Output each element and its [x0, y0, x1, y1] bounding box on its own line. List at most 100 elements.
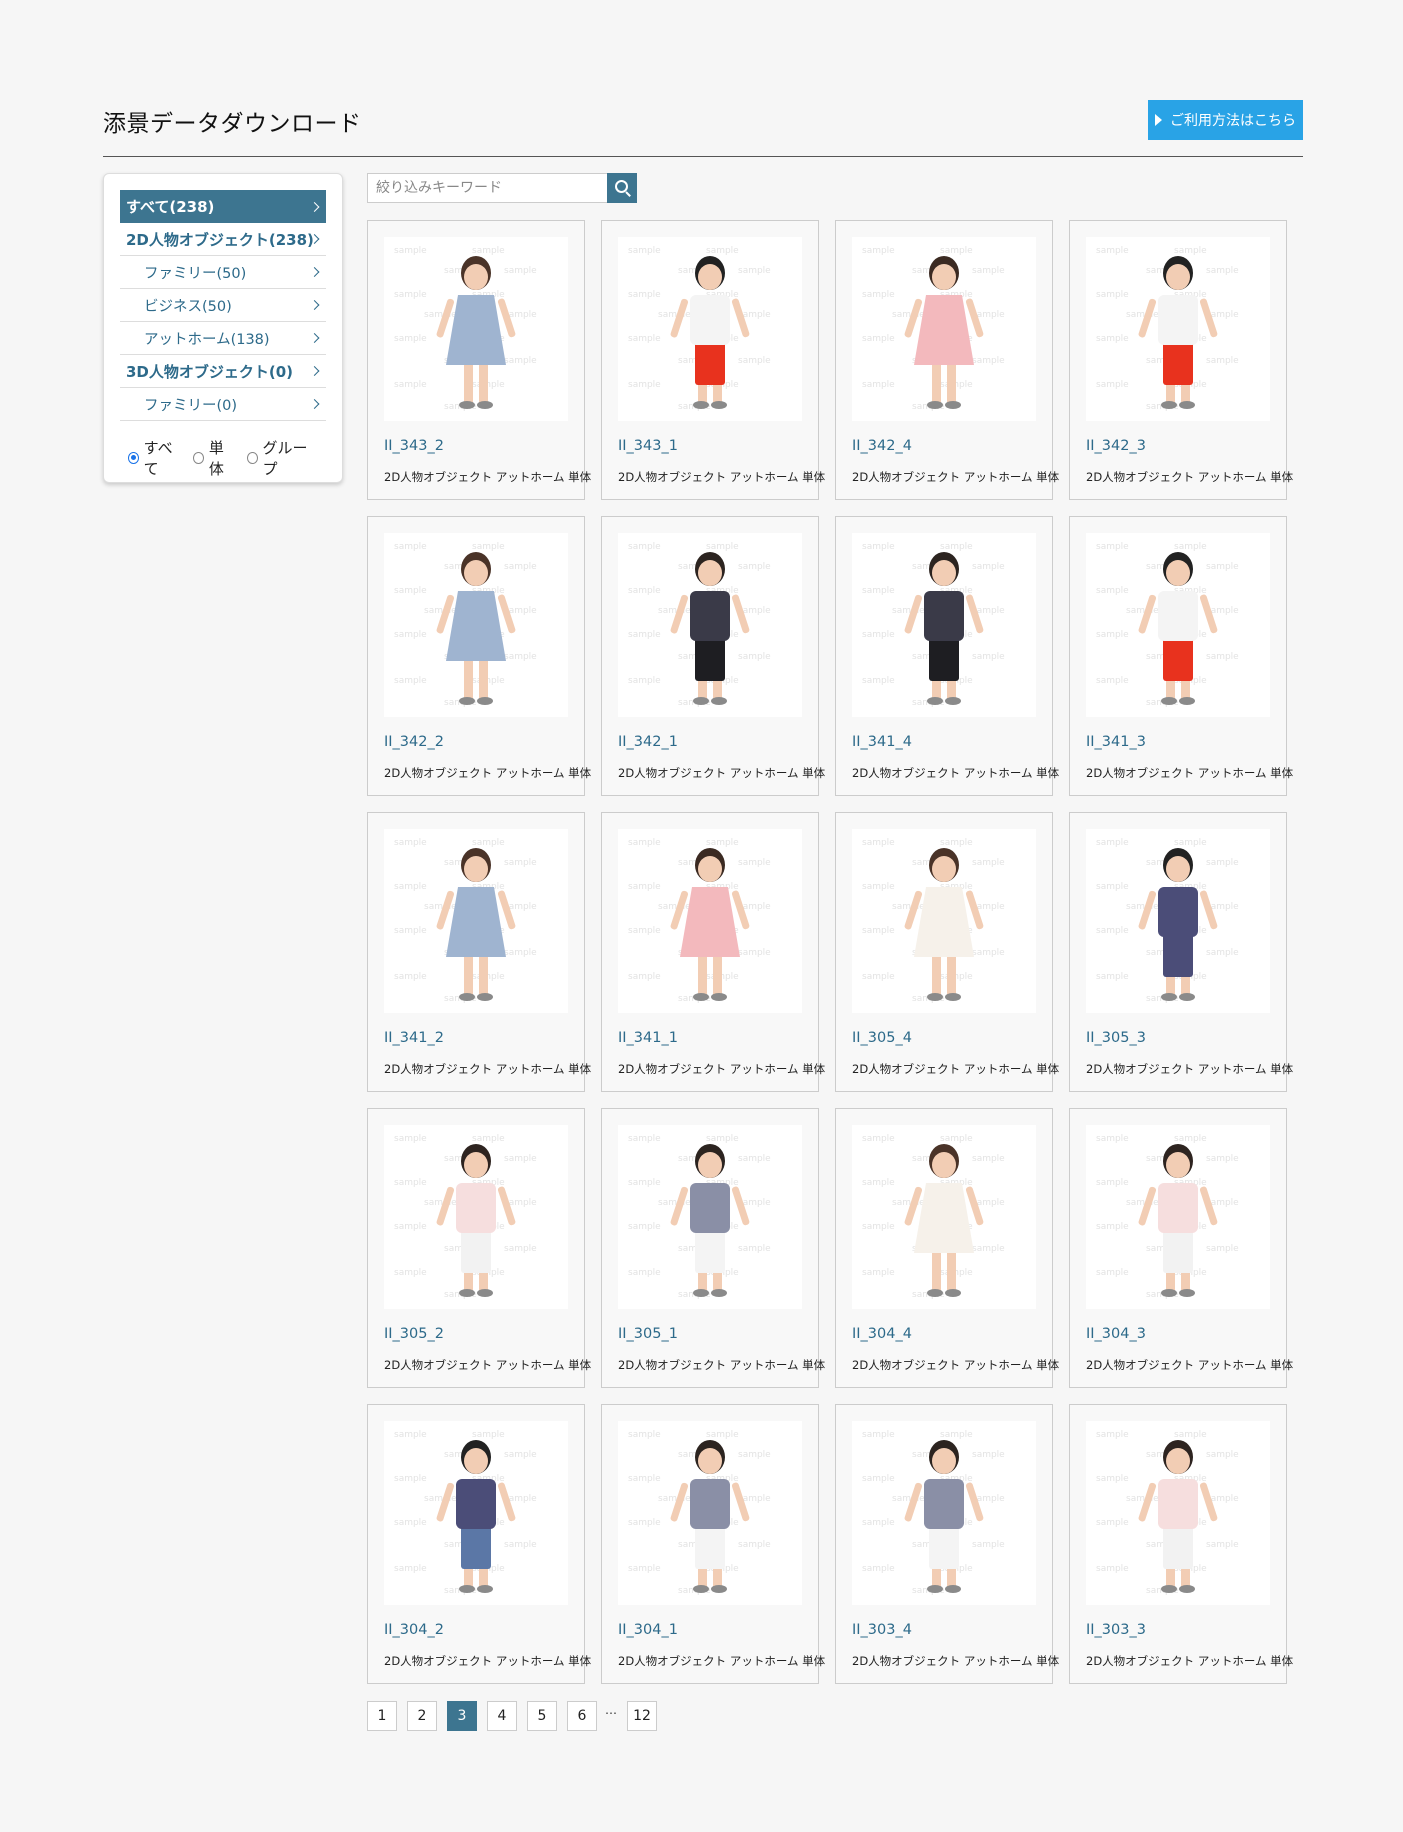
- object-card[interactable]: sample sample sample sample sample sample samp…: [601, 1108, 825, 1388]
- svg-text:sample: sample: [504, 1450, 537, 1460]
- object-card[interactable]: sample sample sample sample sample sample samp…: [367, 220, 591, 500]
- object-card[interactable]: sample sample sample sample sample sample samp…: [367, 1404, 591, 1684]
- object-title[interactable]: II_342_3: [1086, 438, 1146, 454]
- person-figure-image: sample sample sample sample sample sample samp…: [394, 1134, 537, 1300]
- object-title[interactable]: II_341_4: [852, 734, 912, 750]
- object-title[interactable]: II_342_1: [618, 734, 678, 750]
- object-card[interactable]: sample sample sample sample sample sample samp…: [1069, 1108, 1293, 1388]
- category-item[interactable]: 3D人物オブジェクト(0): [120, 355, 326, 388]
- thumbnail[interactable]: sample sample sample sample sample sample samp…: [384, 1421, 568, 1605]
- thumbnail[interactable]: sample sample sample sample sample sample samp…: [384, 829, 568, 1013]
- page-button-last[interactable]: 12: [627, 1701, 657, 1731]
- object-title[interactable]: II_342_2: [384, 734, 444, 750]
- svg-text:sample: sample: [504, 948, 537, 958]
- object-card[interactable]: sample sample sample sample sample sample samp…: [1069, 220, 1293, 500]
- person-figure-image: sample sample sample sample sample sample samp…: [1096, 1430, 1239, 1596]
- thumbnail[interactable]: sample sample sample sample sample sample samp…: [852, 237, 1036, 421]
- person-figure-image: sample sample sample sample sample sample samp…: [628, 838, 771, 1004]
- thumbnail[interactable]: sample sample sample sample sample sample samp…: [852, 1421, 1036, 1605]
- object-card[interactable]: sample sample sample sample sample sample samp…: [601, 220, 825, 500]
- thumbnail[interactable]: sample sample sample sample sample sample samp…: [618, 237, 802, 421]
- object-title[interactable]: II_304_4: [852, 1326, 912, 1342]
- object-card[interactable]: sample sample sample sample sample sample samp…: [601, 812, 825, 1092]
- page-button[interactable]: 6: [567, 1701, 597, 1731]
- category-item[interactable]: すべて(238): [120, 190, 326, 223]
- thumbnail[interactable]: sample sample sample sample sample sample samp…: [384, 237, 568, 421]
- filter-radio[interactable]: グループ: [246, 437, 314, 479]
- object-card[interactable]: sample sample sample sample sample sample samp…: [835, 1404, 1059, 1684]
- object-title[interactable]: II_303_4: [852, 1622, 912, 1638]
- svg-text:sample: sample: [628, 1430, 661, 1440]
- object-title[interactable]: II_305_2: [384, 1326, 444, 1342]
- page-button[interactable]: 2: [407, 1701, 437, 1731]
- svg-text:sample: sample: [862, 1178, 895, 1188]
- object-card[interactable]: sample sample sample sample sample sample samp…: [367, 516, 591, 796]
- thumbnail[interactable]: sample sample sample sample sample sample samp…: [618, 533, 802, 717]
- object-card[interactable]: sample sample sample sample sample sample samp…: [1069, 516, 1293, 796]
- object-card[interactable]: sample sample sample sample sample sample samp…: [1069, 812, 1293, 1092]
- object-title[interactable]: II_343_1: [618, 438, 678, 454]
- filter-radio[interactable]: 単体: [193, 437, 235, 479]
- object-card[interactable]: sample sample sample sample sample sample samp…: [367, 1108, 591, 1388]
- object-tags: 2D人物オブジェクト アットホーム 単体: [852, 1654, 1060, 1668]
- category-item[interactable]: ファミリー(50): [120, 256, 326, 289]
- svg-text:sample: sample: [940, 542, 973, 552]
- svg-text:sample: sample: [1096, 246, 1129, 256]
- svg-text:sample: sample: [940, 246, 973, 256]
- page-button[interactable]: 3: [447, 1701, 477, 1731]
- object-title[interactable]: II_305_4: [852, 1030, 912, 1046]
- svg-text:sample: sample: [394, 1268, 427, 1278]
- thumbnail[interactable]: sample sample sample sample sample sample samp…: [618, 829, 802, 1013]
- object-title[interactable]: II_304_1: [618, 1622, 678, 1638]
- thumbnail[interactable]: sample sample sample sample sample sample samp…: [1086, 1421, 1270, 1605]
- page-button[interactable]: 1: [367, 1701, 397, 1731]
- object-card[interactable]: sample sample sample sample sample sample samp…: [835, 516, 1059, 796]
- thumbnail[interactable]: sample sample sample sample sample sample samp…: [1086, 829, 1270, 1013]
- thumbnail[interactable]: sample sample sample sample sample sample samp…: [384, 533, 568, 717]
- thumbnail[interactable]: sample sample sample sample sample sample samp…: [852, 829, 1036, 1013]
- category-item[interactable]: ビジネス(50): [120, 289, 326, 322]
- object-title[interactable]: II_343_2: [384, 438, 444, 454]
- object-card[interactable]: sample sample sample sample sample sample samp…: [367, 812, 591, 1092]
- page-button[interactable]: 4: [487, 1701, 517, 1731]
- person-figure-image: sample sample sample sample sample sample samp…: [628, 1134, 771, 1300]
- thumbnail[interactable]: sample sample sample sample sample sample samp…: [1086, 1125, 1270, 1309]
- object-card[interactable]: sample sample sample sample sample sample samp…: [835, 812, 1059, 1092]
- object-title[interactable]: II_341_3: [1086, 734, 1146, 750]
- object-title[interactable]: II_305_1: [618, 1326, 678, 1342]
- category-item[interactable]: アットホーム(138): [120, 322, 326, 355]
- object-card[interactable]: sample sample sample sample sample sample samp…: [835, 1108, 1059, 1388]
- thumbnail[interactable]: sample sample sample sample sample sample samp…: [1086, 237, 1270, 421]
- search-button[interactable]: [607, 173, 637, 203]
- search-input[interactable]: [367, 173, 607, 203]
- object-title[interactable]: II_305_3: [1086, 1030, 1146, 1046]
- object-card[interactable]: sample sample sample sample sample sample samp…: [835, 220, 1059, 500]
- category-item[interactable]: 2D人物オブジェクト(238): [120, 223, 326, 256]
- svg-text:sample: sample: [1206, 1244, 1239, 1254]
- thumbnail[interactable]: sample sample sample sample sample sample samp…: [852, 533, 1036, 717]
- svg-text:sample: sample: [472, 972, 505, 982]
- thumbnail[interactable]: sample sample sample sample sample sample samp…: [618, 1421, 802, 1605]
- thumbnail[interactable]: sample sample sample sample sample sample samp…: [384, 1125, 568, 1309]
- object-title[interactable]: II_304_3: [1086, 1326, 1146, 1342]
- filter-label: 単体: [208, 439, 224, 478]
- svg-text:sample: sample: [504, 858, 537, 868]
- object-card[interactable]: sample sample sample sample sample sample samp…: [1069, 1404, 1293, 1684]
- object-card[interactable]: sample sample sample sample sample sample samp…: [601, 1404, 825, 1684]
- filter-radio[interactable]: すべて: [128, 437, 181, 479]
- object-title[interactable]: II_303_3: [1086, 1622, 1146, 1638]
- thumbnail[interactable]: sample sample sample sample sample sample samp…: [852, 1125, 1036, 1309]
- object-title[interactable]: II_341_1: [618, 1030, 678, 1046]
- svg-text:sample: sample: [1206, 1154, 1239, 1164]
- category-item[interactable]: ファミリー(0): [120, 388, 326, 421]
- object-card[interactable]: sample sample sample sample sample sample samp…: [601, 516, 825, 796]
- page-button[interactable]: 5: [527, 1701, 557, 1731]
- svg-text:sample: sample: [628, 1564, 661, 1574]
- object-title[interactable]: II_304_2: [384, 1622, 444, 1638]
- svg-text:sample: sample: [628, 972, 661, 982]
- object-title[interactable]: II_341_2: [384, 1030, 444, 1046]
- thumbnail[interactable]: sample sample sample sample sample sample samp…: [618, 1125, 802, 1309]
- object-title[interactable]: II_342_4: [852, 438, 912, 454]
- help-button[interactable]: ご利用方法はこちら: [1148, 100, 1303, 140]
- thumbnail[interactable]: sample sample sample sample sample sample samp…: [1086, 533, 1270, 717]
